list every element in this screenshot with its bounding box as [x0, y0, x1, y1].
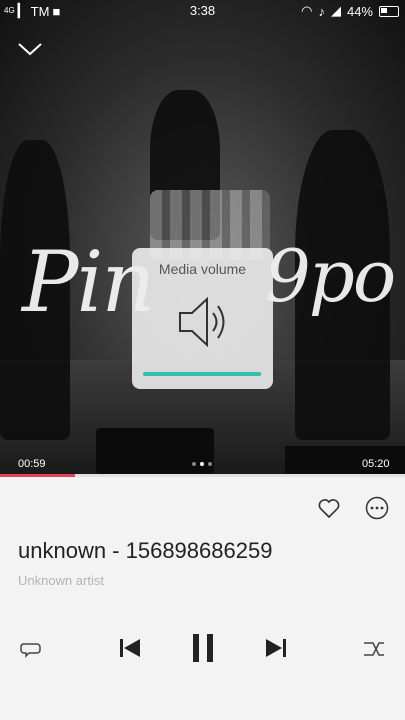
next-icon[interactable] [262, 636, 288, 660]
page-indicator [192, 462, 212, 466]
volume-slider[interactable] [143, 372, 262, 376]
artwork-scribble-right: 9po [265, 234, 396, 318]
page-dot-active[interactable] [200, 462, 204, 466]
artwork-amp [96, 428, 214, 474]
more-icon[interactable] [365, 496, 389, 520]
battery-icon [379, 5, 399, 17]
elapsed-time: 00:59 [18, 458, 46, 470]
heart-icon[interactable] [317, 496, 341, 520]
headset-icon: ◠ [301, 3, 313, 18]
volume-title: Media volume [158, 261, 247, 277]
collapse-chevron-icon[interactable] [16, 36, 44, 60]
volume-popup: Media volume [132, 248, 273, 389]
previous-icon[interactable] [118, 636, 144, 660]
cell-signal-icon: ◢ [330, 3, 341, 18]
total-time: 05:20 [362, 458, 390, 470]
volume-slider-fill [143, 372, 261, 376]
pause-icon[interactable] [190, 632, 216, 664]
speaker-icon [179, 296, 225, 348]
seek-bar[interactable] [0, 474, 405, 477]
album-artwork[interactable]: Pin 9po [0, 0, 405, 474]
mute-icon: ♪ [318, 3, 325, 19]
status-bar: 4G ▎ TM ■ 3:38 ◠ ♪ ◢ 44% [0, 0, 405, 22]
battery-percent: 44% [346, 3, 373, 19]
artist-name: Unknown artist [18, 573, 104, 588]
shuffle-icon[interactable] [361, 636, 387, 662]
track-title: unknown - 156898686259 [18, 538, 273, 563]
page-dot[interactable] [192, 462, 196, 466]
seek-bar-fill [0, 474, 75, 477]
repeat-icon[interactable] [18, 636, 44, 662]
page-dot[interactable] [208, 462, 212, 466]
